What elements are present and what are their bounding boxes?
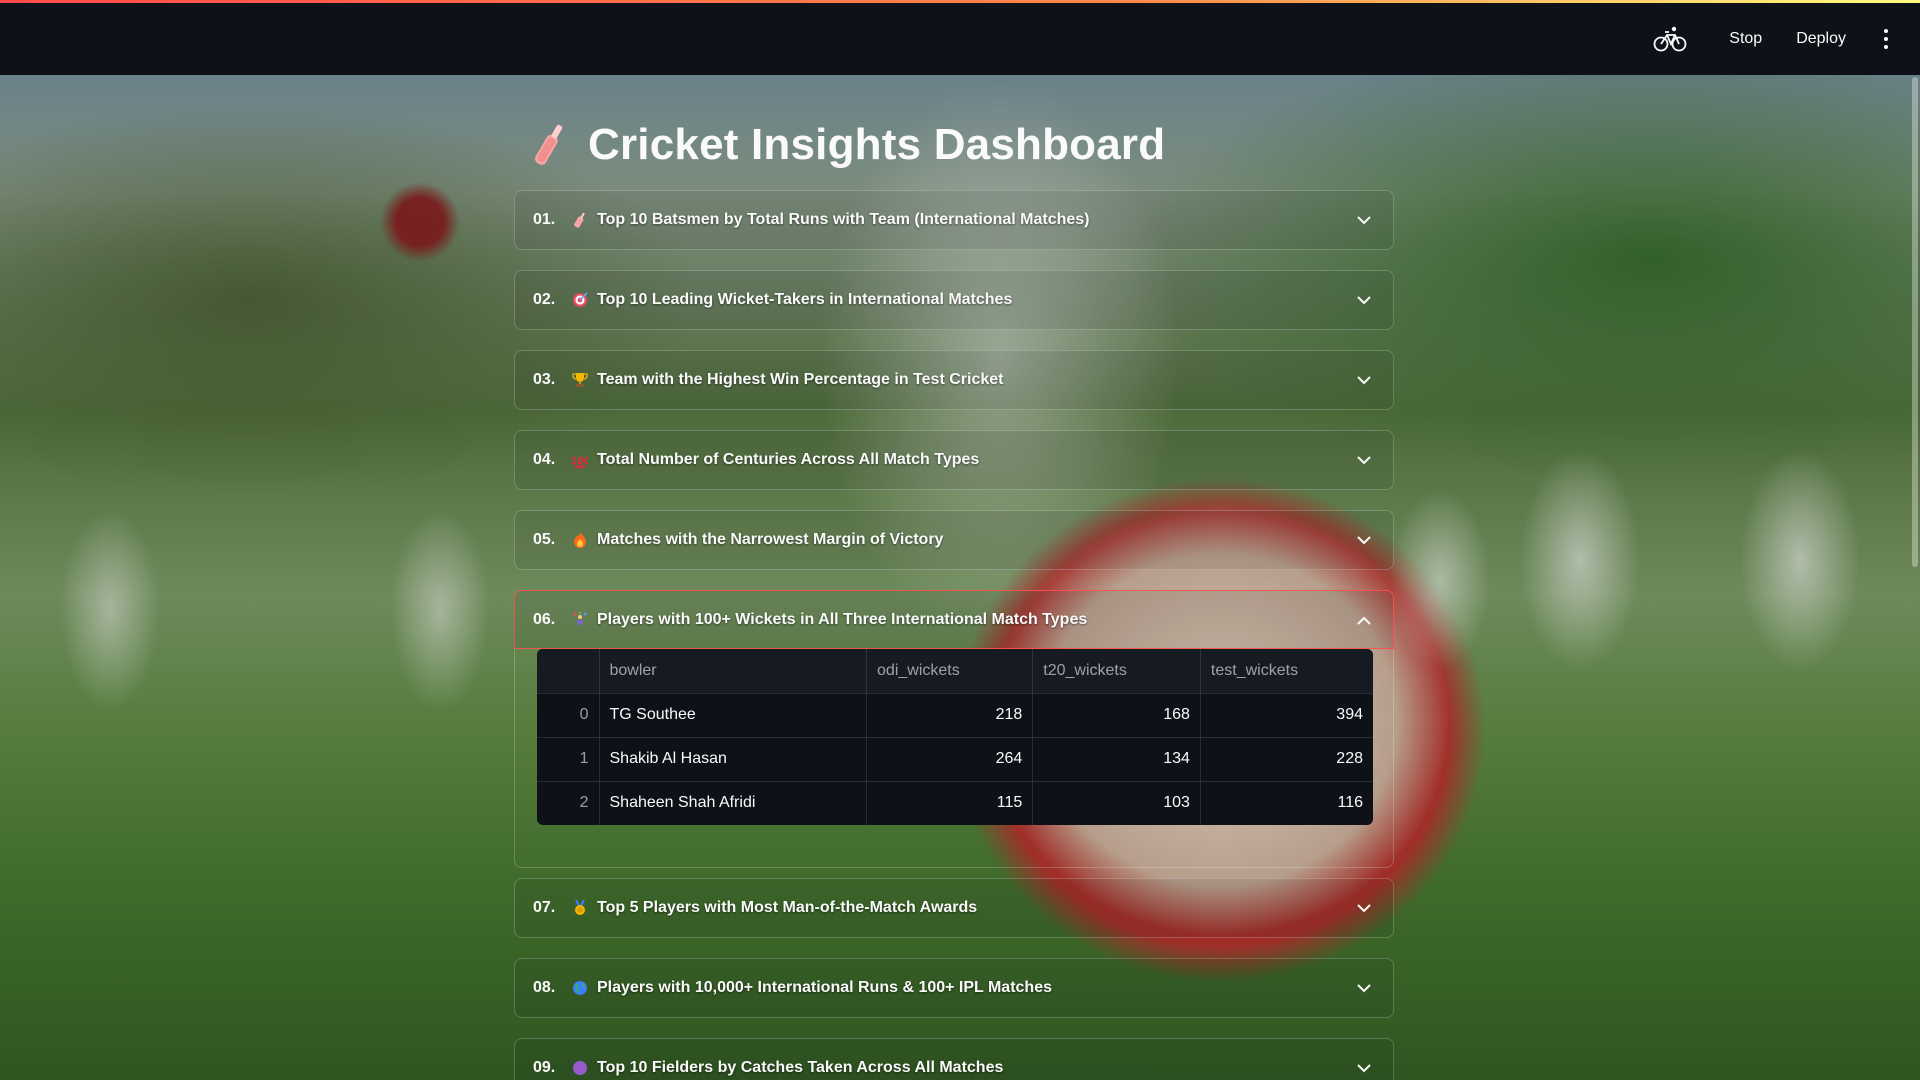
table-cell[interactable]: Shakib Al Hasan bbox=[599, 737, 868, 782]
table-cell[interactable]: 134 bbox=[1032, 737, 1201, 782]
expander-title: Players with 10,000+ International Runs … bbox=[597, 979, 1052, 996]
expander-02[interactable]: 02. Top 10 Leading Wicket-Takers in Inte… bbox=[514, 270, 1394, 330]
globe-icon bbox=[569, 977, 591, 999]
scrollbar[interactable] bbox=[1910, 75, 1920, 1080]
expander-number: 07. bbox=[533, 899, 556, 916]
chevron-down-icon bbox=[1353, 529, 1375, 551]
chevron-down-icon bbox=[1353, 449, 1375, 471]
page-title: Cricket Insights Dashboard bbox=[588, 120, 1166, 169]
expander-number: 03. bbox=[533, 371, 556, 388]
expander-number: 04. bbox=[533, 451, 556, 468]
table-cell[interactable]: 115 bbox=[866, 781, 1034, 825]
expander-number: 02. bbox=[533, 291, 556, 308]
expander-header[interactable]: 08. Players with 10,000+ International R… bbox=[515, 959, 1393, 1017]
expander-number: 08. bbox=[533, 979, 556, 996]
expander-header[interactable]: 01. Top 10 Batsmen by Total Runs with Te… bbox=[515, 191, 1393, 249]
index-header bbox=[537, 649, 600, 694]
table-row: 2 Shaheen Shah Afridi 115 103 116 bbox=[537, 781, 1373, 825]
table-cell[interactable]: 168 bbox=[1032, 693, 1201, 738]
trophy-icon bbox=[569, 369, 591, 391]
chevron-down-icon bbox=[1353, 209, 1375, 231]
table-cell[interactable]: 394 bbox=[1200, 693, 1373, 738]
table-cell[interactable]: TG Southee bbox=[599, 693, 868, 738]
expander-07[interactable]: 07. Top 5 Players with Most Man-of-the-M… bbox=[514, 878, 1394, 938]
expander-title: Players with 100+ Wickets in All Three I… bbox=[597, 611, 1088, 628]
cricket-bat-icon bbox=[569, 209, 591, 231]
expander-08[interactable]: 08. Players with 10,000+ International R… bbox=[514, 958, 1394, 1018]
expander-number: 09. bbox=[533, 1059, 556, 1076]
svg-text:100: 100 bbox=[572, 456, 588, 467]
expander-header[interactable]: 05. Matches with the Narrowest Margin of… bbox=[515, 511, 1393, 569]
main-content: Cricket Insights Dashboard 01. Top 10 Ba… bbox=[514, 75, 1394, 1080]
deploy-button[interactable]: Deploy bbox=[1786, 22, 1856, 56]
expander-header[interactable]: 09. Top 10 Fielders by Catches Taken Acr… bbox=[515, 1039, 1393, 1080]
expander-number: 05. bbox=[533, 531, 556, 548]
column-header[interactable]: odi_wickets bbox=[866, 649, 1034, 694]
expander-03[interactable]: 03. Team with the Highest Win Percentage… bbox=[514, 350, 1394, 410]
table-cell[interactable]: 228 bbox=[1200, 737, 1373, 782]
expander-title: Top 10 Leading Wicket-Takers in Internat… bbox=[597, 291, 1013, 308]
juggling-person-icon bbox=[569, 609, 591, 631]
expander-header[interactable]: 06. Players with 100+ Wickets in All Thr… bbox=[515, 591, 1393, 649]
chevron-down-icon bbox=[1353, 1057, 1375, 1079]
expander-05[interactable]: 05. Matches with the Narrowest Margin of… bbox=[514, 510, 1394, 570]
table-row: 0 TG Southee 218 168 394 bbox=[537, 693, 1373, 738]
expander-01[interactable]: 01. Top 10 Batsmen by Total Runs with Te… bbox=[514, 190, 1394, 250]
row-index: 0 bbox=[537, 693, 600, 738]
chevron-up-icon bbox=[1353, 609, 1375, 631]
column-header[interactable]: t20_wickets bbox=[1032, 649, 1201, 694]
medal-icon bbox=[569, 897, 591, 919]
fire-icon bbox=[569, 529, 591, 551]
expander-06[interactable]: 06. Players with 100+ Wickets in All Thr… bbox=[514, 590, 1394, 649]
table-cell[interactable]: 218 bbox=[866, 693, 1034, 738]
bicycle-icon bbox=[1653, 24, 1689, 54]
table-cell[interactable]: Shaheen Shah Afridi bbox=[599, 781, 868, 825]
dataframe-table[interactable]: bowler odi_wickets t20_wickets test_wick… bbox=[537, 649, 1373, 825]
top-header: Stop Deploy bbox=[0, 3, 1920, 75]
expander-title: Total Number of Centuries Across All Mat… bbox=[597, 451, 980, 468]
cricket-bat-icon bbox=[528, 120, 568, 170]
vertical-dots-icon[interactable] bbox=[1874, 24, 1898, 54]
expander-header[interactable]: 04. 100 Total Number of Centuries Across… bbox=[515, 431, 1393, 489]
row-index: 1 bbox=[537, 737, 600, 782]
column-header[interactable]: test_wickets bbox=[1200, 649, 1373, 694]
expander-header[interactable]: 07. Top 5 Players with Most Man-of-the-M… bbox=[515, 879, 1393, 937]
table-cell[interactable]: 264 bbox=[866, 737, 1034, 782]
chevron-down-icon bbox=[1353, 289, 1375, 311]
scrollbar-thumb[interactable] bbox=[1912, 77, 1918, 567]
expander-title: Matches with the Narrowest Margin of Vic… bbox=[597, 531, 944, 548]
expander-number: 01. bbox=[533, 211, 556, 228]
expander-title: Top 10 Batsmen by Total Runs with Team (… bbox=[597, 211, 1090, 228]
chevron-down-icon bbox=[1353, 977, 1375, 999]
table-cell[interactable]: 116 bbox=[1200, 781, 1373, 825]
chevron-down-icon bbox=[1353, 897, 1375, 919]
table-header-row: bowler odi_wickets t20_wickets test_wick… bbox=[537, 649, 1373, 694]
expander-title: Top 5 Players with Most Man-of-the-Match… bbox=[597, 899, 978, 916]
table-row: 1 Shakib Al Hasan 264 134 228 bbox=[537, 737, 1373, 782]
column-header[interactable]: bowler bbox=[599, 649, 868, 694]
decoration-strip bbox=[0, 0, 1920, 3]
chevron-down-icon bbox=[1353, 369, 1375, 391]
expander-04[interactable]: 04. 100 Total Number of Centuries Across… bbox=[514, 430, 1394, 490]
expander-title: Top 10 Fielders by Catches Taken Across … bbox=[597, 1059, 1004, 1076]
expander-number: 06. bbox=[533, 611, 556, 628]
expander-09[interactable]: 09. Top 10 Fielders by Catches Taken Acr… bbox=[514, 1038, 1394, 1080]
stop-button[interactable]: Stop bbox=[1719, 22, 1772, 56]
target-icon bbox=[569, 289, 591, 311]
hundred-points-icon: 100 bbox=[569, 449, 591, 471]
table-cell[interactable]: 103 bbox=[1032, 781, 1201, 825]
purple-circle-icon bbox=[569, 1057, 591, 1079]
expander-06-body: bowler odi_wickets t20_wickets test_wick… bbox=[514, 649, 1394, 868]
expander-header[interactable]: 02. Top 10 Leading Wicket-Takers in Inte… bbox=[515, 271, 1393, 329]
row-index: 2 bbox=[537, 781, 600, 825]
expander-title: Team with the Highest Win Percentage in … bbox=[597, 371, 1004, 388]
expander-header[interactable]: 03. Team with the Highest Win Percentage… bbox=[515, 351, 1393, 409]
